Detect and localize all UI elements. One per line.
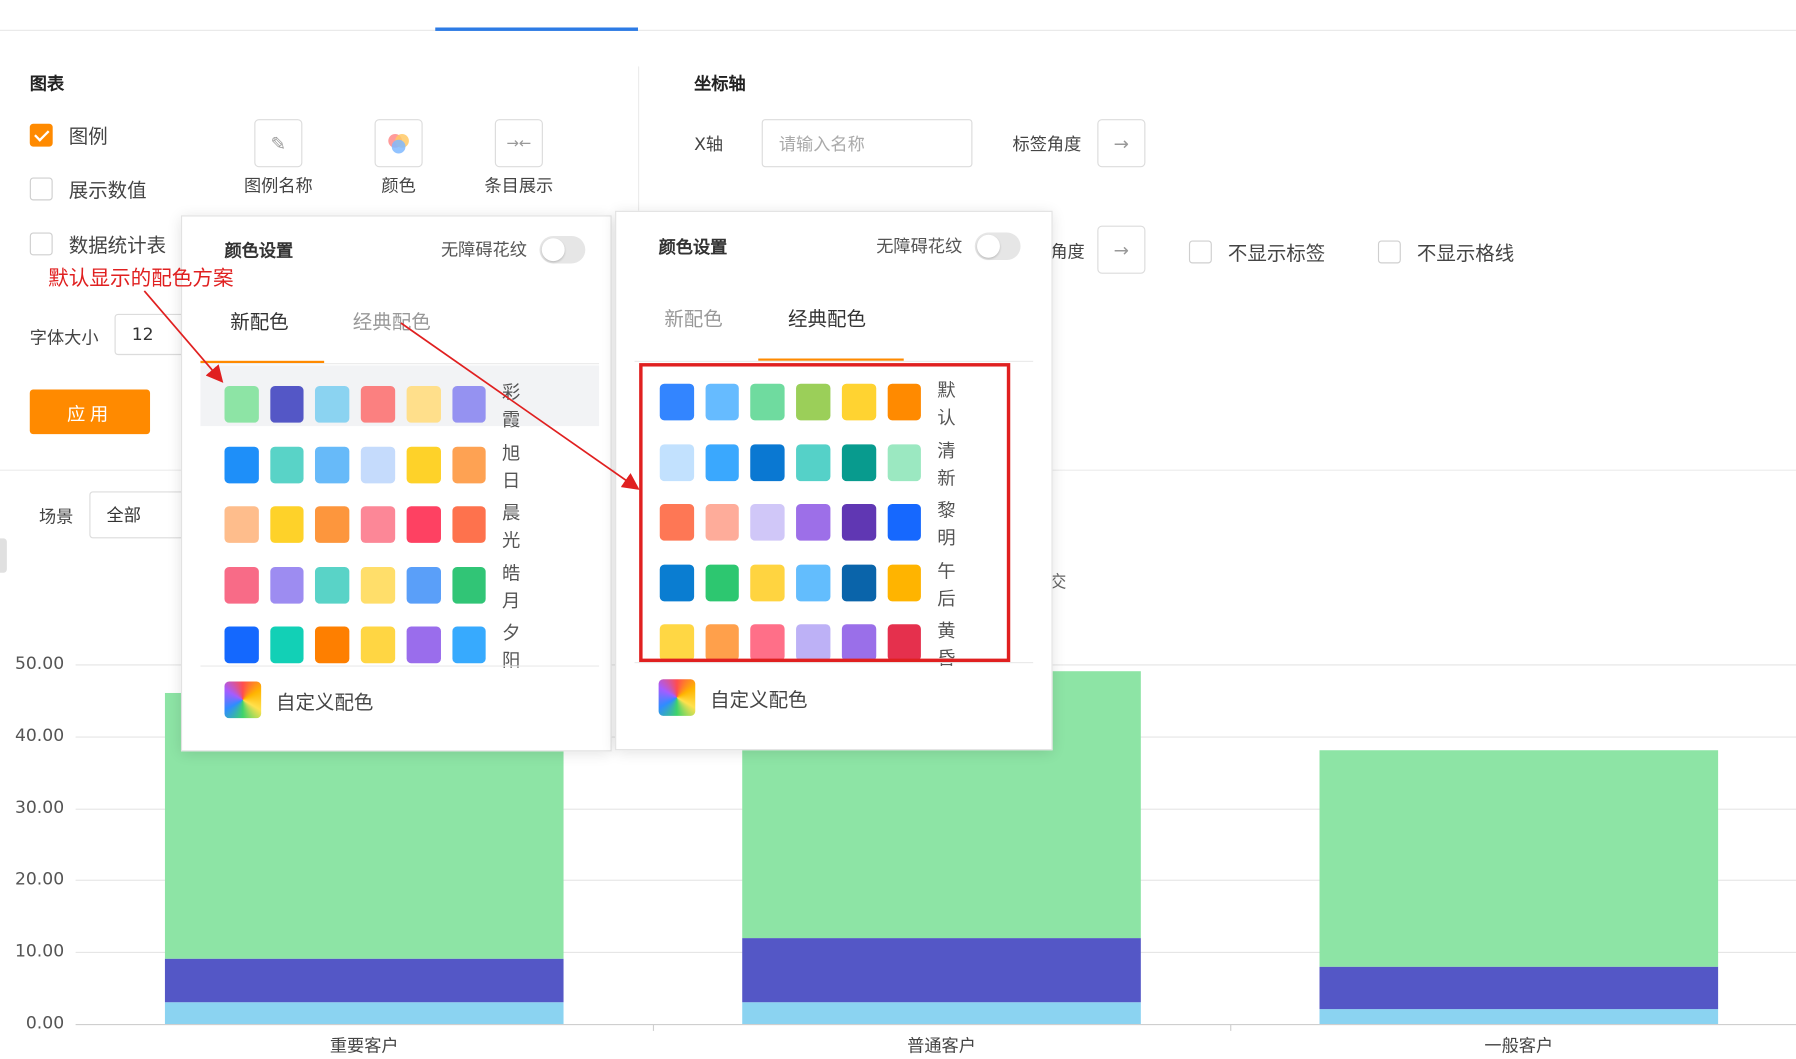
annotation-arrow-1 [143, 290, 224, 383]
annotation-arrow-2 [400, 322, 640, 490]
annotation-arrows [143, 290, 640, 490]
